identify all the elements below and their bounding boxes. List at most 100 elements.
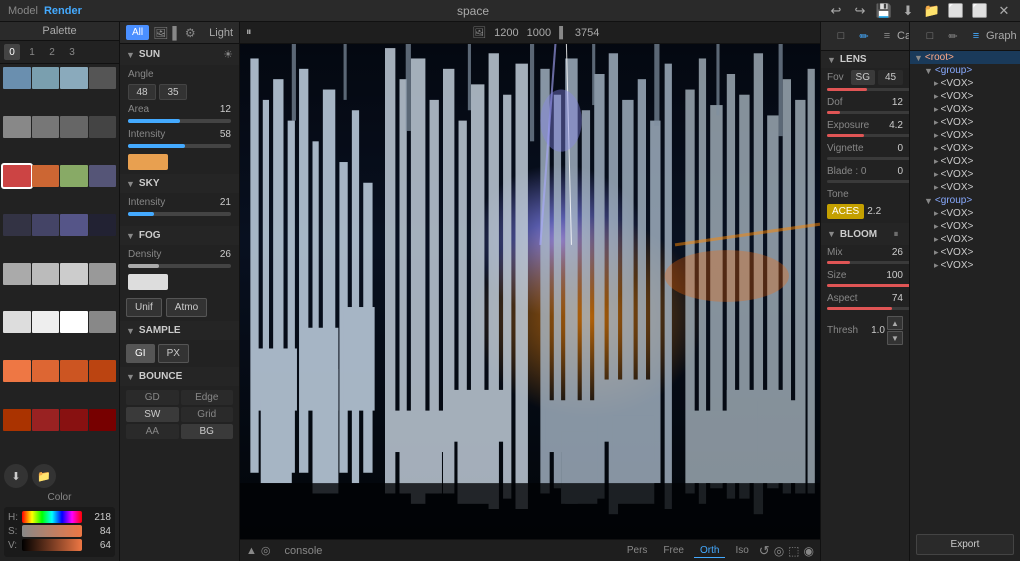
color-swatch-5[interactable] bbox=[32, 116, 60, 138]
tree-item-0[interactable]: ▼<root> bbox=[910, 51, 1020, 64]
atmo-button[interactable]: Atmo bbox=[166, 298, 207, 317]
lens-section-header[interactable]: ▼ LENS bbox=[821, 51, 909, 68]
tree-item-7[interactable]: ▸<VOX> bbox=[910, 142, 1020, 155]
graph-tab-list[interactable]: ≡ bbox=[966, 27, 986, 45]
redo-icon[interactable]: ↪ bbox=[850, 2, 870, 20]
fog-color-swatch[interactable] bbox=[128, 274, 168, 290]
color-swatch-28[interactable] bbox=[3, 409, 31, 431]
sky-section-header[interactable]: ▼ SKY bbox=[120, 174, 239, 193]
light-tab-all[interactable]: All bbox=[126, 25, 149, 40]
color-swatch-2[interactable] bbox=[60, 67, 88, 89]
nav-free[interactable]: Free bbox=[657, 544, 690, 557]
color-swatch-0[interactable] bbox=[3, 67, 31, 89]
cam-tab-edit[interactable]: ✏ bbox=[854, 27, 874, 45]
graph-tab-rect[interactable]: □ bbox=[920, 27, 940, 45]
color-swatch-16[interactable] bbox=[3, 263, 31, 285]
fov-slider[interactable] bbox=[827, 88, 910, 91]
color-swatch-9[interactable] bbox=[32, 165, 60, 187]
color-swatch-14[interactable] bbox=[60, 214, 88, 236]
color-swatch-29[interactable] bbox=[32, 409, 60, 431]
px-button[interactable]: PX bbox=[158, 344, 189, 363]
sun-section-header[interactable]: ▼ SUN ☀ bbox=[120, 44, 239, 65]
fov-preset[interactable]: SG bbox=[851, 70, 875, 85]
tree-item-15[interactable]: ▸<VOX> bbox=[910, 246, 1020, 259]
sun-angle-1-input[interactable] bbox=[128, 84, 156, 100]
bounce-edge[interactable]: Edge bbox=[181, 390, 234, 405]
color-swatch-6[interactable] bbox=[60, 116, 88, 138]
undo-icon[interactable]: ↩ bbox=[826, 2, 846, 20]
palette-tab-3[interactable]: 3 bbox=[64, 44, 80, 60]
color-swatch-7[interactable] bbox=[89, 116, 117, 138]
cam-tab-list[interactable]: ≡ bbox=[877, 27, 897, 45]
palette-folder-icon[interactable]: 📁 bbox=[32, 464, 56, 488]
light-tab-bar[interactable]: ▌ bbox=[172, 26, 181, 40]
exposure-slider[interactable] bbox=[827, 134, 910, 137]
color-swatch-25[interactable] bbox=[32, 360, 60, 382]
color-swatch-31[interactable] bbox=[89, 409, 117, 431]
arrow-up-icon[interactable]: ▲ bbox=[246, 545, 257, 557]
color-swatch-23[interactable] bbox=[89, 311, 117, 333]
cam-tab-rect[interactable]: □ bbox=[831, 27, 851, 45]
save-icon[interactable]: 💾 bbox=[874, 2, 894, 20]
sun-area-slider[interactable] bbox=[128, 119, 231, 123]
nav-pers[interactable]: Pers bbox=[621, 544, 654, 557]
color-swatch-12[interactable] bbox=[3, 214, 31, 236]
unif-button[interactable]: Unif bbox=[126, 298, 162, 317]
tree-item-3[interactable]: ▸<VOX> bbox=[910, 90, 1020, 103]
graph-tab-edit[interactable]: ✏ bbox=[943, 27, 963, 45]
bloom-section-header[interactable]: ▼ BLOOM ⏸ bbox=[821, 223, 909, 245]
pause-icon[interactable]: ⏸ bbox=[246, 26, 252, 39]
mix-slider[interactable] bbox=[827, 261, 910, 264]
palette-tab-0[interactable]: 0 bbox=[4, 44, 20, 60]
palette-tab-2[interactable]: 2 bbox=[44, 44, 60, 60]
color-swatch-26[interactable] bbox=[60, 360, 88, 382]
color-swatch-21[interactable] bbox=[32, 311, 60, 333]
bounce-gd[interactable]: GD bbox=[126, 390, 179, 405]
close-icon[interactable]: ✕ bbox=[994, 2, 1014, 20]
nav-orth[interactable]: Orth bbox=[694, 544, 725, 558]
sun-intensity-slider[interactable] bbox=[128, 144, 231, 148]
color-swatch-15[interactable] bbox=[89, 214, 117, 236]
light-tab-gear[interactable]: ⚙ bbox=[185, 26, 196, 40]
light-tab-img[interactable]: 🖼 bbox=[153, 26, 168, 40]
tree-item-5[interactable]: ▸<VOX> bbox=[910, 116, 1020, 129]
export-button[interactable]: Export bbox=[916, 534, 1014, 555]
sun-angle-2-input[interactable] bbox=[159, 84, 187, 100]
tree-item-6[interactable]: ▸<VOX> bbox=[910, 129, 1020, 142]
color-swatch-10[interactable] bbox=[60, 165, 88, 187]
color-swatch-1[interactable] bbox=[32, 67, 60, 89]
bounce-grid[interactable]: Grid bbox=[181, 407, 234, 422]
tree-item-10[interactable]: ▸<VOX> bbox=[910, 181, 1020, 194]
color-swatch-20[interactable] bbox=[3, 311, 31, 333]
bloom-pause-icon[interactable]: ⏸ bbox=[889, 227, 903, 241]
color-swatch-22[interactable] bbox=[60, 311, 88, 333]
aspect-slider[interactable] bbox=[827, 307, 910, 310]
dof-slider[interactable] bbox=[827, 111, 910, 114]
color-swatch-17[interactable] bbox=[32, 263, 60, 285]
tree-item-4[interactable]: ▸<VOX> bbox=[910, 103, 1020, 116]
tree-item-12[interactable]: ▸<VOX> bbox=[910, 207, 1020, 220]
tree-item-13[interactable]: ▸<VOX> bbox=[910, 220, 1020, 233]
color-swatch-4[interactable] bbox=[3, 116, 31, 138]
val-bar[interactable] bbox=[22, 539, 82, 551]
bounce-bg[interactable]: BG bbox=[181, 424, 234, 439]
tree-item-1[interactable]: ▼<group> bbox=[910, 64, 1020, 77]
bounce-sw[interactable]: SW bbox=[126, 407, 179, 422]
thresh-down[interactable]: ▼ bbox=[887, 331, 903, 345]
color-swatch-3[interactable] bbox=[89, 67, 117, 89]
color-swatch-19[interactable] bbox=[89, 263, 117, 285]
viewport-canvas[interactable] bbox=[240, 44, 820, 539]
sky-intensity-slider[interactable] bbox=[128, 212, 231, 216]
sun-color-swatch[interactable] bbox=[128, 154, 168, 170]
color-swatch-24[interactable] bbox=[3, 360, 31, 382]
bounce-section-header[interactable]: ▼ BOUNCE bbox=[120, 367, 239, 386]
color-swatch-18[interactable] bbox=[60, 263, 88, 285]
fog-section-header[interactable]: ▼ FOG bbox=[120, 226, 239, 245]
focus-icon[interactable]: ◎ bbox=[774, 544, 784, 558]
bounce-aa[interactable]: AA bbox=[126, 424, 179, 439]
color-swatch-13[interactable] bbox=[32, 214, 60, 236]
tree-item-14[interactable]: ▸<VOX> bbox=[910, 233, 1020, 246]
gi-button[interactable]: GI bbox=[126, 344, 155, 363]
nav-iso[interactable]: Iso bbox=[729, 544, 754, 557]
sample-section-header[interactable]: ▼ SAMPLE bbox=[120, 321, 239, 340]
